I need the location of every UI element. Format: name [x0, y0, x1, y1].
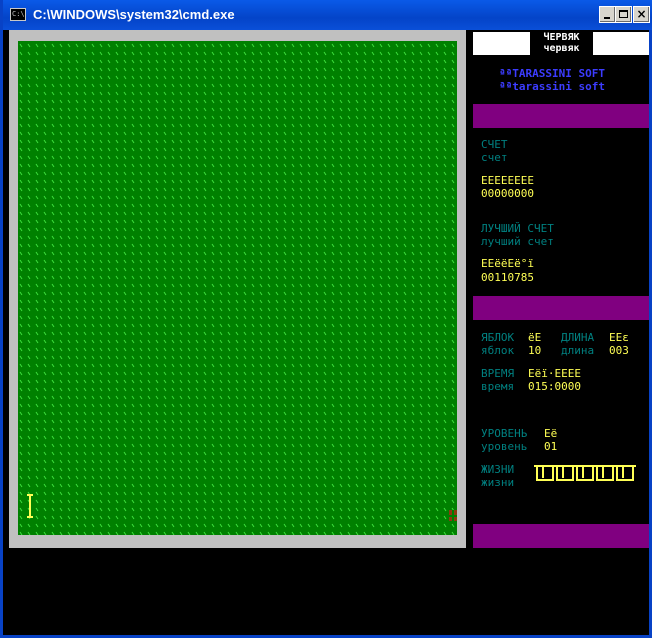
length-label-lower: длина: [561, 344, 595, 357]
level-value-glyphs: Eë: [544, 427, 558, 440]
time-value-glyphs: Eëï·EEEE: [528, 367, 581, 380]
divider-bar: [473, 104, 649, 128]
apples-label: ЯБЛОК: [481, 331, 515, 344]
close-button[interactable]: ×: [633, 6, 650, 23]
apples-label-lower: яблок: [481, 344, 515, 357]
grass-pattern: [19, 43, 455, 535]
life-icon: [614, 465, 636, 481]
cmd-window: C:\ C:\WINDOWS\system32\cmd.exe × ЧЕРВЯК…: [0, 0, 652, 638]
game-title-box: ЧЕРВЯК червяк: [473, 32, 649, 55]
game-title-upper: ЧЕРВЯК: [543, 32, 580, 43]
best-score-label: ЛУЧШИЙ СЧЕТ: [481, 222, 554, 235]
level-label-lower: уровень: [481, 440, 528, 453]
play-field: [18, 41, 457, 535]
cmd-app-icon[interactable]: C:\: [10, 8, 26, 21]
time-label-lower: время: [481, 380, 515, 393]
score-label-lower: счет: [481, 151, 508, 164]
score-value-glyphs: EEEEEEEE: [481, 174, 534, 187]
divider-bar: [473, 524, 649, 548]
apples-value: 10: [528, 344, 542, 357]
console-area: ЧЕРВЯК червяк ªªTARASSINI SOFT ªªtarassi…: [6, 30, 649, 635]
minimize-button[interactable]: [599, 6, 616, 23]
best-score-value-glyphs: EEëëEë°ï: [481, 257, 534, 270]
score-value: 00000000: [481, 187, 534, 200]
level-value: 01: [544, 440, 558, 453]
credits: ªªTARASSINI SOFT ªªtarassini soft: [499, 67, 605, 93]
lives-indicator: [534, 465, 636, 485]
game-title-lower: червяк: [543, 43, 580, 54]
length-value-glyphs: EEε: [609, 331, 629, 344]
credit-line-2: ªªtarassini soft: [499, 80, 605, 93]
length-label: ДЛИНА: [561, 331, 595, 344]
maximize-icon: [619, 10, 628, 18]
life-icon: [594, 465, 616, 481]
credit-line-1: ªªTARASSINI SOFT: [499, 67, 605, 80]
best-score-value: 00110785: [481, 271, 534, 284]
title-bar[interactable]: C:\ C:\WINDOWS\system32\cmd.exe ×: [3, 0, 652, 30]
length-value: 003: [609, 344, 629, 357]
maximize-button[interactable]: [615, 6, 632, 23]
best-score-label-lower: лучший счет: [481, 235, 554, 248]
play-field-frame: [9, 30, 466, 548]
time-value: 015:0000: [528, 380, 581, 393]
life-icon: [554, 465, 576, 481]
status-panel: ЧЕРВЯК червяк ªªTARASSINI SOFT ªªtarassi…: [473, 30, 649, 548]
life-icon: [534, 465, 556, 481]
life-icon: [574, 465, 596, 481]
minimize-icon: [604, 17, 610, 19]
apples-value-glyphs: ëE: [528, 331, 542, 344]
lives-label-lower: жизни: [481, 476, 515, 489]
time-label: ВРЕМЯ: [481, 367, 515, 380]
score-label: СЧЕТ: [481, 138, 508, 151]
worm-player: [27, 494, 33, 520]
console-empty-area: [6, 548, 649, 635]
divider-bar: [473, 296, 649, 320]
apple-item: [449, 510, 457, 521]
level-label: УРОВЕНЬ: [481, 427, 528, 440]
lives-label: ЖИЗНИ: [481, 463, 515, 476]
window-title: C:\WINDOWS\system32\cmd.exe: [33, 7, 235, 22]
